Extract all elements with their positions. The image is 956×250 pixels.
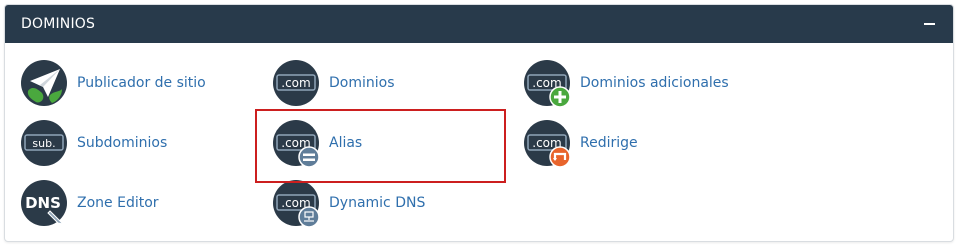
item-zone-editor[interactable]: DNS Zone Editor: [20, 177, 159, 229]
item-alias[interactable]: .com Alias: [272, 117, 362, 169]
item-label[interactable]: Dynamic DNS: [329, 195, 425, 211]
panel-title: DOMINIOS: [21, 16, 96, 32]
svg-text:DNS: DNS: [25, 194, 61, 212]
panel-header[interactable]: DOMINIOS: [5, 5, 953, 43]
dot-com-plus-icon: .com: [523, 59, 571, 107]
svg-text:.com: .com: [281, 76, 310, 90]
svg-text:sub.: sub.: [32, 137, 55, 150]
item-label[interactable]: Dominios: [329, 75, 395, 91]
item-label[interactable]: Dominios adicionales: [580, 75, 729, 91]
dot-com-icon: .com: [272, 59, 320, 107]
dot-com-equals-icon: .com: [272, 119, 320, 167]
item-redirige[interactable]: .com Redirige: [523, 117, 638, 169]
item-label[interactable]: Subdominios: [77, 135, 167, 151]
minus-icon[interactable]: [923, 18, 935, 30]
item-label[interactable]: Publicador de sitio: [77, 75, 206, 91]
item-label[interactable]: Redirige: [580, 135, 638, 151]
item-dominios[interactable]: .com Dominios: [272, 57, 395, 109]
item-subdominios[interactable]: sub. Subdominios: [20, 117, 167, 169]
item-label[interactable]: Alias: [329, 135, 362, 151]
paper-plane-globe-icon: [20, 59, 68, 107]
sub-icon: sub.: [20, 119, 68, 167]
item-publicador-de-sitio[interactable]: Publicador de sitio: [20, 57, 206, 109]
dot-com-network-icon: .com: [272, 179, 320, 227]
item-label[interactable]: Zone Editor: [77, 195, 159, 211]
item-dominios-adicionales[interactable]: .com Dominios adicionales: [523, 57, 729, 109]
domains-panel: DOMINIOS Publicador de sitio .com Domini…: [4, 4, 954, 242]
dns-pencil-icon: DNS: [20, 179, 68, 227]
item-dynamic-dns[interactable]: .com Dynamic DNS: [272, 177, 425, 229]
dot-com-redirect-icon: .com: [523, 119, 571, 167]
